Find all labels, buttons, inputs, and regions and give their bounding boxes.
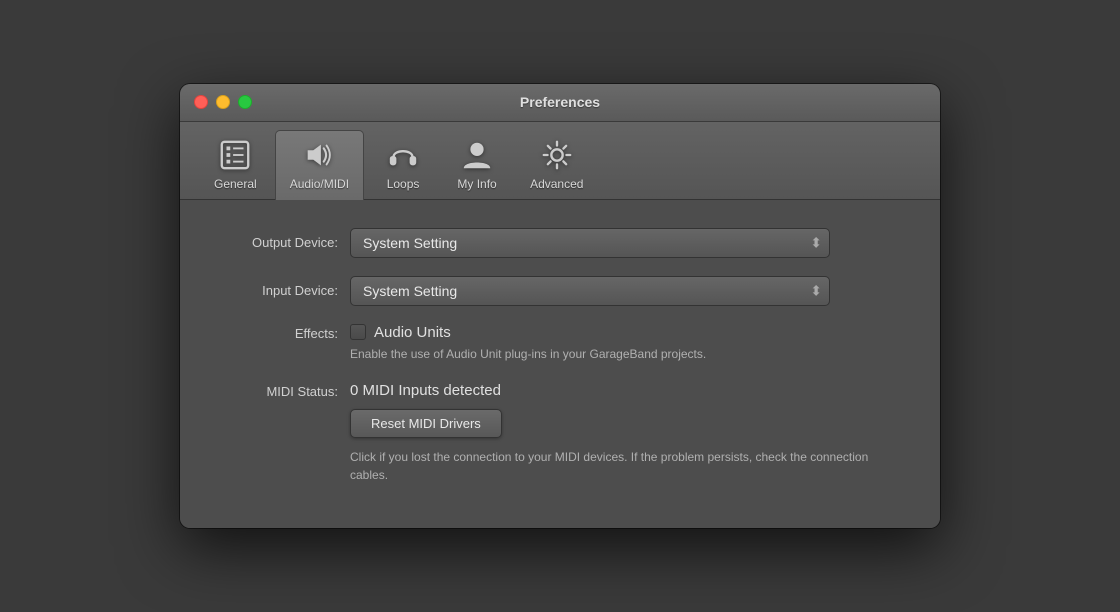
- maximize-button[interactable]: [238, 95, 252, 109]
- input-device-label: Input Device:: [220, 283, 350, 298]
- tab-loops[interactable]: Loops: [368, 131, 438, 199]
- minimize-button[interactable]: [216, 95, 230, 109]
- tab-my-info[interactable]: My Info: [442, 131, 512, 199]
- toolbar: General Audio/MIDI: [180, 122, 940, 200]
- tab-advanced[interactable]: Advanced: [516, 131, 597, 199]
- tab-my-info-label: My Info: [457, 177, 496, 191]
- audio-units-description: Enable the use of Audio Unit plug-ins in…: [350, 346, 900, 363]
- output-device-row: Output Device: System Setting Built-in O…: [220, 228, 900, 258]
- advanced-icon: [539, 137, 575, 173]
- titlebar: Preferences: [180, 84, 940, 122]
- tab-audio-midi-label: Audio/MIDI: [290, 177, 349, 191]
- general-icon: [217, 137, 253, 173]
- loops-icon: [385, 137, 421, 173]
- midi-status-value: 0 MIDI Inputs detected: [350, 382, 900, 399]
- my-info-icon: [459, 137, 495, 173]
- reset-midi-drivers-button[interactable]: Reset MIDI Drivers: [350, 409, 502, 438]
- output-device-dropdown-wrapper: System Setting Built-in Output External …: [350, 228, 830, 258]
- effects-label: Effects:: [220, 324, 350, 341]
- preferences-content: Output Device: System Setting Built-in O…: [180, 200, 940, 529]
- input-device-row: Input Device: System Setting Built-in Mi…: [220, 276, 900, 306]
- midi-content: 0 MIDI Inputs detected Reset MIDI Driver…: [350, 382, 900, 484]
- tab-loops-label: Loops: [387, 177, 420, 191]
- output-device-label: Output Device:: [220, 235, 350, 250]
- toolbar-tabs: General Audio/MIDI: [180, 130, 940, 199]
- close-button[interactable]: [194, 95, 208, 109]
- preferences-window: Preferences General: [180, 84, 940, 529]
- audio-units-row: Audio Units: [350, 324, 900, 341]
- midi-section: MIDI Status: 0 MIDI Inputs detected Rese…: [220, 382, 900, 484]
- tab-general[interactable]: General: [200, 131, 271, 199]
- effects-content: Audio Units Enable the use of Audio Unit…: [350, 324, 900, 363]
- tab-general-label: General: [214, 177, 257, 191]
- window-title: Preferences: [520, 94, 600, 110]
- tab-advanced-label: Advanced: [530, 177, 583, 191]
- input-device-dropdown-wrapper: System Setting Built-in Microphone Exter…: [350, 276, 830, 306]
- input-device-select[interactable]: System Setting Built-in Microphone Exter…: [350, 276, 830, 306]
- midi-status-label: MIDI Status:: [220, 382, 350, 399]
- midi-description: Click if you lost the connection to your…: [350, 448, 900, 484]
- effects-section: Effects: Audio Units Enable the use of A…: [220, 324, 900, 363]
- audio-midi-icon: [301, 137, 337, 173]
- tab-audio-midi[interactable]: Audio/MIDI: [275, 130, 364, 200]
- audio-units-checkbox[interactable]: [350, 324, 366, 340]
- audio-units-label: Audio Units: [374, 324, 451, 341]
- output-device-select[interactable]: System Setting Built-in Output External …: [350, 228, 830, 258]
- traffic-lights: [194, 95, 252, 109]
